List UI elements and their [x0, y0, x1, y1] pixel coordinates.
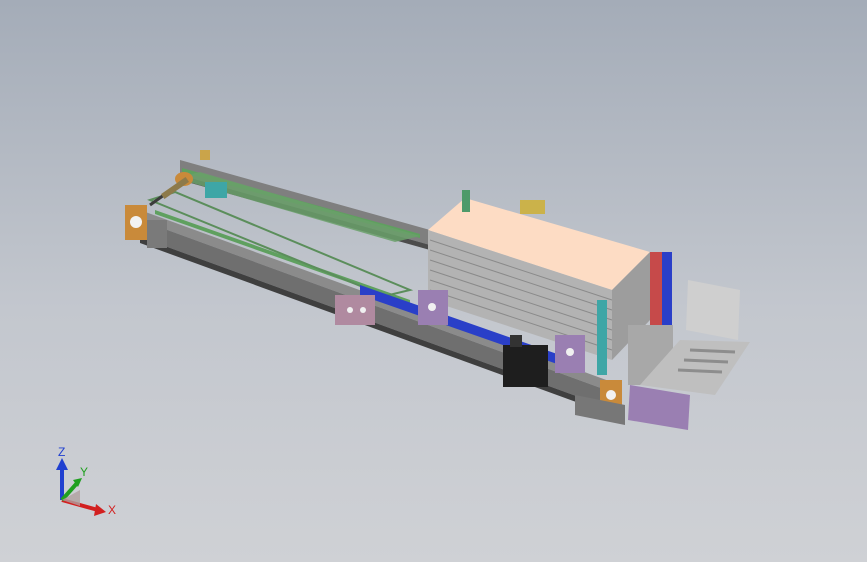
axis-z-label: Z [58, 445, 65, 459]
base-plate[interactable] [628, 385, 690, 430]
axis-x-label: X [108, 503, 116, 517]
coordinate-triad: Z Y X [56, 445, 116, 517]
conveyor-assembly-model[interactable] [0, 0, 867, 562]
graphics-viewport[interactable]: Z Y X [0, 0, 867, 562]
purple-bracket-mid[interactable] [418, 290, 448, 325]
axis-y-label: Y [80, 465, 88, 479]
pink-bracket-left[interactable] [335, 295, 375, 325]
purple-bracket-right[interactable] [555, 335, 585, 373]
